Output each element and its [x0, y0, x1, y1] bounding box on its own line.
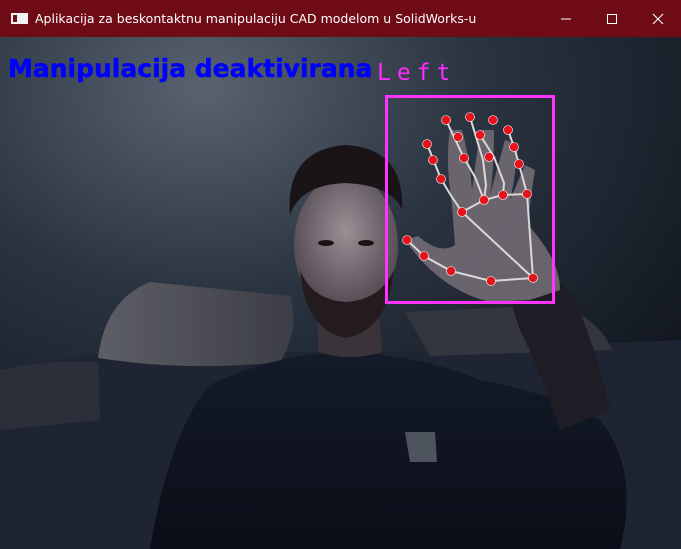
hand-label-text: Left	[377, 60, 457, 86]
shirt-logo	[405, 432, 437, 462]
minimize-button[interactable]	[543, 0, 589, 37]
minimize-icon	[561, 18, 571, 19]
window-controls	[543, 0, 681, 37]
manipulation-status-text: Manipulacija deaktivirana	[8, 54, 373, 83]
window-title: Aplikacija za beskontaktnu manipulaciju …	[35, 11, 477, 26]
app-window-icon	[11, 13, 28, 24]
maximize-icon	[607, 13, 617, 24]
sofa-arm	[0, 361, 100, 430]
maximize-button[interactable]	[589, 0, 635, 37]
close-button[interactable]	[635, 0, 681, 37]
eye-left	[318, 240, 334, 246]
eye-right	[358, 240, 374, 246]
close-icon	[652, 13, 664, 24]
title-bar[interactable]: Aplikacija za beskontaktnu manipulaciju …	[0, 0, 681, 37]
camera-feed	[0, 37, 681, 549]
app-window: Aplikacija za beskontaktnu manipulaciju …	[0, 0, 681, 549]
webcam-frame	[0, 37, 681, 549]
